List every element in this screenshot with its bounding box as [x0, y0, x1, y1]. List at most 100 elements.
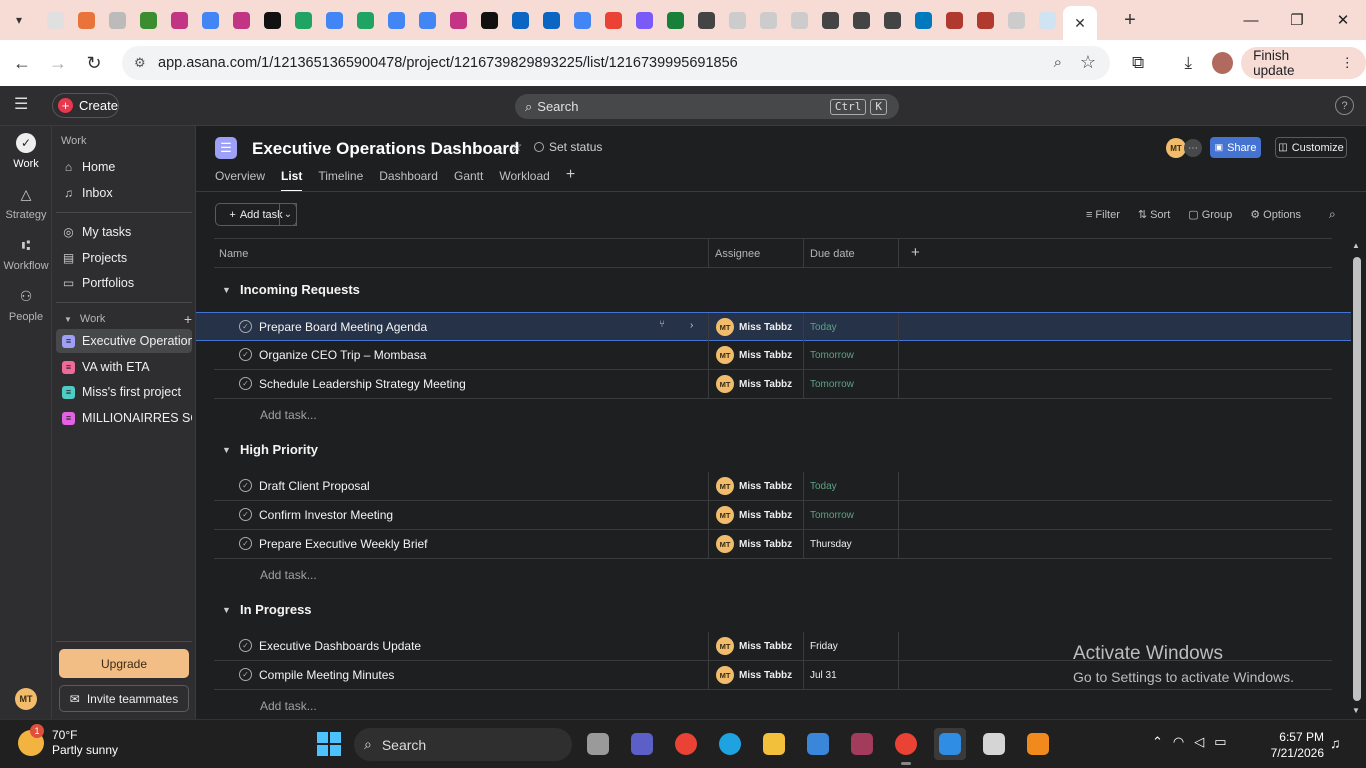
- browser-tab[interactable]: [629, 0, 660, 40]
- task-name[interactable]: Organize CEO Trip – Mombasa: [259, 348, 426, 362]
- caret-down-icon[interactable]: ▼: [222, 285, 232, 295]
- url-text[interactable]: app.asana.com/1/1213651365900478/project…: [158, 55, 738, 71]
- browser-tab[interactable]: [71, 0, 102, 40]
- add-task-inline[interactable]: Add task...: [260, 408, 317, 422]
- due-date-cell[interactable]: Tomorrow: [810, 510, 854, 521]
- sidebar-project-va-with-eta[interactable]: ≡ VA with ETA: [56, 355, 192, 379]
- project-title[interactable]: Executive Operations Dashboard: [252, 139, 519, 159]
- task-name[interactable]: Compile Meeting Minutes: [259, 668, 394, 682]
- sidebar-item-projects[interactable]: ▤ Projects: [56, 246, 192, 270]
- battery-icon[interactable]: ▭: [1214, 734, 1226, 750]
- favorite-star-icon[interactable]: ☆: [510, 138, 523, 155]
- add-task-inline[interactable]: Add task...: [260, 568, 317, 582]
- create-button[interactable]: + Create: [52, 93, 119, 118]
- complete-task-icon[interactable]: ✓: [239, 479, 252, 492]
- task-name[interactable]: Prepare Board Meeting Agenda: [259, 320, 427, 334]
- browser-tab[interactable]: [598, 0, 629, 40]
- chrome-icon[interactable]: [670, 728, 702, 760]
- meet-icon[interactable]: [626, 728, 658, 760]
- browser-tab[interactable]: [226, 0, 257, 40]
- sidebar-item-my-tasks[interactable]: ◎ My tasks: [56, 220, 192, 244]
- zoom-icon[interactable]: ⌕: [1054, 54, 1062, 71]
- search-tasks-icon[interactable]: ⌕: [1329, 207, 1336, 222]
- browser-tab[interactable]: [102, 0, 133, 40]
- assignee-cell[interactable]: MT Miss Tabbz: [716, 637, 792, 655]
- extensions-icon[interactable]: ⧉: [1122, 46, 1154, 80]
- add-task-dropdown-icon[interactable]: ⌄: [279, 203, 297, 226]
- taskbar-search[interactable]: ⌕ Search: [354, 728, 572, 761]
- back-button[interactable]: ←: [4, 45, 40, 81]
- rail-item-strategy[interactable]: △ Strategy: [0, 183, 52, 222]
- downloads-icon[interactable]: ⤓: [1172, 46, 1204, 80]
- sidebar-item-portfolios[interactable]: ▭ Portfolios: [56, 271, 192, 295]
- clock[interactable]: 6:57 PM 7/21/2026: [1262, 729, 1324, 761]
- sort-button[interactable]: ⇅ Sort: [1138, 208, 1170, 222]
- subtask-icon[interactable]: ⑂: [659, 319, 665, 330]
- caret-down-icon[interactable]: ▼: [222, 605, 232, 615]
- browser-tab[interactable]: [939, 0, 970, 40]
- file-explorer-icon[interactable]: [758, 728, 790, 760]
- browser-tab[interactable]: [350, 0, 381, 40]
- task-name[interactable]: Schedule Leadership Strategy Meeting: [259, 377, 466, 391]
- scroll-down-icon[interactable]: ▼: [1352, 706, 1360, 715]
- sidebar-work-header[interactable]: ▼ Work +: [64, 311, 192, 327]
- assignee-cell[interactable]: MT Miss Tabbz: [716, 346, 792, 364]
- assignee-cell[interactable]: MT Miss Tabbz: [716, 666, 792, 684]
- paint-icon[interactable]: [934, 728, 966, 760]
- task-name[interactable]: Executive Dashboards Update: [259, 639, 421, 653]
- sidebar-item-inbox[interactable]: ♫ Inbox: [56, 181, 192, 205]
- browser-tab[interactable]: [1032, 0, 1063, 40]
- due-date-cell[interactable]: Tomorrow: [810, 379, 854, 390]
- task-row[interactable]: ✓ Organize CEO Trip – Mombasa MT Miss Tabbz…: [214, 341, 1332, 370]
- complete-task-icon[interactable]: ✓: [239, 377, 252, 390]
- address-bar[interactable]: ⚙ app.asana.com/1/1213651365900478/proje…: [122, 46, 1110, 80]
- share-button[interactable]: ▣ Share: [1210, 137, 1261, 158]
- tab-timeline[interactable]: Timeline: [318, 167, 363, 191]
- vlc-icon[interactable]: [1022, 728, 1054, 760]
- add-project-icon[interactable]: +: [184, 311, 192, 327]
- tab-list[interactable]: List: [281, 167, 303, 192]
- column-header-name[interactable]: Name: [219, 248, 248, 260]
- members-more-icon[interactable]: ⋯: [1184, 139, 1202, 157]
- due-date-cell[interactable]: Tomorrow: [810, 350, 854, 361]
- group-button[interactable]: ▢ Group: [1188, 208, 1232, 222]
- sidebar-item-home[interactable]: ⌂ Home: [56, 155, 192, 179]
- browser-tab[interactable]: [784, 0, 815, 40]
- scrollbar-thumb[interactable]: [1353, 257, 1361, 701]
- browser-tab[interactable]: [195, 0, 226, 40]
- store-icon[interactable]: [802, 728, 834, 760]
- notification-bell-icon[interactable]: ♫: [1330, 735, 1341, 751]
- browser-tab[interactable]: [753, 0, 784, 40]
- column-header-assignee[interactable]: Assignee: [715, 248, 760, 260]
- browser-tab[interactable]: [877, 0, 908, 40]
- browser-tab[interactable]: [319, 0, 350, 40]
- browser-tab[interactable]: [257, 0, 288, 40]
- active-tab-close-icon[interactable]: ✕: [1063, 6, 1097, 40]
- wifi-icon[interactable]: ◠: [1173, 734, 1184, 750]
- browser-tab[interactable]: [846, 0, 877, 40]
- browser-tab[interactable]: [908, 0, 939, 40]
- task-view-icon[interactable]: [582, 728, 614, 760]
- chevron-down-icon[interactable]: ⌄: [495, 141, 504, 154]
- browser-tab[interactable]: [815, 0, 846, 40]
- task-row[interactable]: ✓ Prepare Board Meeting Agenda ⑂ › MT Miss Ta…: [196, 312, 1351, 341]
- site-info-icon[interactable]: ⚙: [134, 55, 150, 71]
- rail-item-work[interactable]: ✓ Work: [0, 132, 52, 170]
- due-date-cell[interactable]: Today: [810, 322, 837, 333]
- due-date-cell[interactable]: Friday: [810, 641, 838, 652]
- bookmark-star-icon[interactable]: ☆: [1080, 52, 1096, 73]
- assignee-cell[interactable]: MT Miss Tabbz: [716, 506, 792, 524]
- snipping-tool-icon[interactable]: [978, 728, 1010, 760]
- tab-dashboard[interactable]: Dashboard: [379, 167, 438, 191]
- upgrade-button[interactable]: Upgrade: [59, 649, 189, 678]
- due-date-cell[interactable]: Jul 31: [810, 670, 837, 681]
- edge-icon[interactable]: [714, 728, 746, 760]
- column-header-due-date[interactable]: Due date: [810, 248, 855, 260]
- customize-button[interactable]: ◫ Customize: [1275, 137, 1347, 158]
- maximize-button[interactable]: ❐: [1274, 0, 1320, 40]
- complete-task-icon[interactable]: ✓: [239, 508, 252, 521]
- add-tab-icon[interactable]: +: [566, 167, 575, 191]
- sidebar-project-miss-first-project[interactable]: ≡ Miss's first project: [56, 380, 192, 404]
- user-avatar[interactable]: MT: [15, 688, 37, 710]
- hamburger-menu-icon[interactable]: ☰: [14, 97, 32, 113]
